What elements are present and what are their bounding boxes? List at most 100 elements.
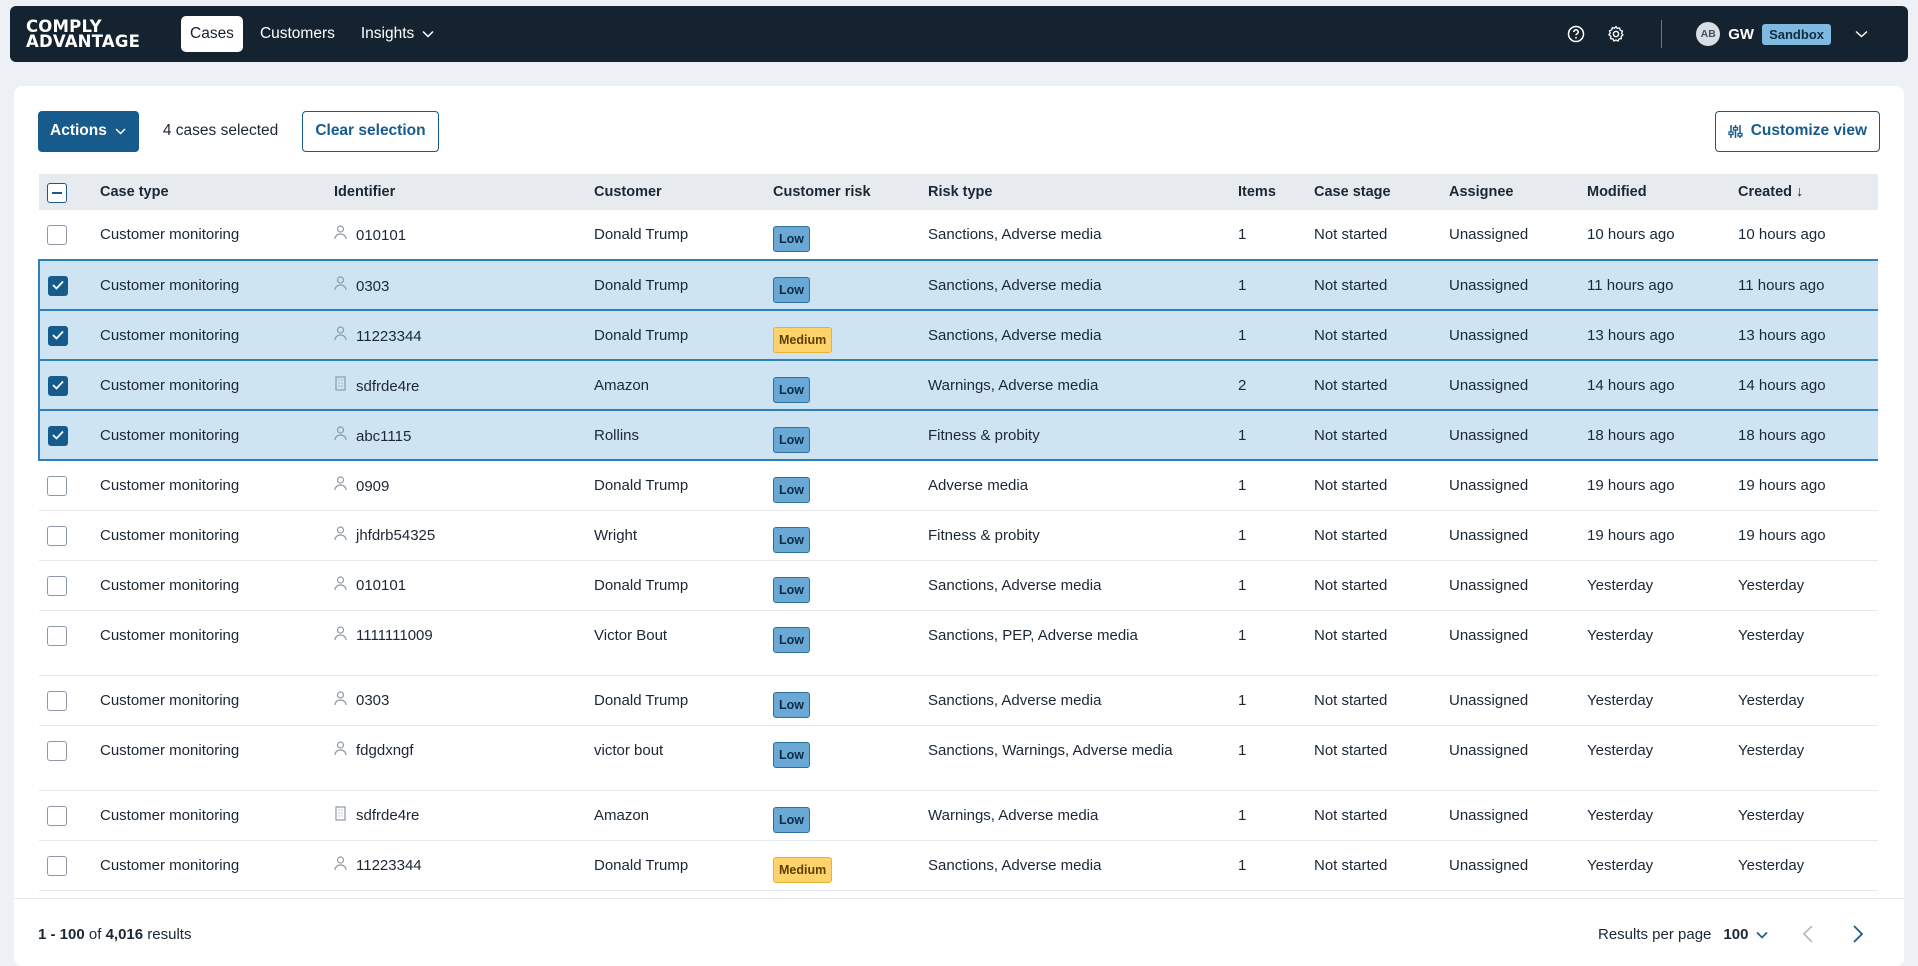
table-row[interactable]: Customer monitoring abc1115 Rollins Low Fitn… (38, 409, 1878, 461)
assignee-cell: Unassigned (1449, 526, 1529, 544)
table-row[interactable]: Customer monitoring jhfdrb54325 Wright Low F… (39, 510, 1878, 560)
modified-cell: 10 hours ago (1587, 226, 1675, 243)
table-row[interactable]: Customer monitoring sdfrde4re Amazon Low War… (38, 359, 1878, 410)
avatar[interactable]: AB (1696, 22, 1721, 46)
table-row[interactable]: Customer monitoring 010101 Donald Trump Low… (39, 560, 1878, 610)
nav-item-insights[interactable]: Insights (352, 16, 443, 52)
risk-type-cell: Warnings, Adverse media (928, 806, 1099, 824)
actions-button[interactable]: Actions (38, 110, 139, 152)
table-row[interactable]: Customer monitoring 0303 Donald Trump Low Sa… (38, 259, 1878, 310)
table-row[interactable]: Customer monitoring 0303 Donald Trump Low Sa… (39, 675, 1878, 725)
table-header-row: Case type Identifier Customer Customer r… (39, 174, 1878, 210)
chevron-down-icon[interactable] (1855, 30, 1868, 38)
table-row[interactable]: Customer monitoring 11223344 Donald Trump M… (38, 309, 1878, 360)
column-header-risk-type[interactable]: Risk type (928, 174, 1238, 210)
table-row[interactable]: Customer monitoring sdfrde4re Amazon Low War… (39, 790, 1878, 840)
clear-selection-button[interactable]: Clear selection (302, 110, 439, 152)
row-checkbox[interactable] (48, 276, 68, 296)
row-checkbox[interactable] (47, 525, 67, 546)
risk-type-cell: Sanctions, Adverse media (928, 856, 1102, 874)
results-per-page-select[interactable]: Results per page 100 (1598, 926, 1769, 943)
customer-cell: Donald Trump (594, 259, 773, 310)
case-type-cell: Customer monitoring (100, 409, 334, 461)
row-checkbox[interactable] (47, 225, 67, 245)
help-button[interactable] (1561, 19, 1591, 49)
row-checkbox[interactable] (47, 805, 67, 826)
assignee-cell: Unassigned (1449, 691, 1529, 709)
nav-item-cases[interactable]: Cases (181, 16, 243, 52)
case-type-cell: Customer monitoring (100, 226, 240, 243)
settings-button[interactable] (1601, 19, 1631, 49)
row-checkbox[interactable] (47, 855, 67, 876)
created-cell: 19 hours ago (1738, 477, 1826, 494)
customer-risk-cell: Low (773, 560, 928, 610)
assignee-cell: Unassigned (1449, 477, 1529, 494)
customize-view-button[interactable]: Customize view (1714, 110, 1880, 152)
identifier-cell: 0909 (334, 460, 594, 510)
sliders-icon (1728, 124, 1743, 138)
column-header-items[interactable]: Items (1238, 174, 1314, 210)
items-cell: 1 (1238, 477, 1247, 494)
next-page-icon[interactable] (1849, 924, 1865, 944)
row-checkbox[interactable] (48, 376, 68, 396)
column-header-identifier[interactable]: Identifier (334, 174, 594, 210)
previous-page-icon[interactable] (1801, 924, 1817, 944)
assignee-cell: Unassigned (1449, 226, 1529, 243)
column-header-assignee[interactable]: Assignee (1449, 174, 1587, 210)
user-initials: GW (1728, 25, 1755, 43)
row-select-cell (38, 359, 100, 410)
table-row[interactable]: Customer monitoring 010101 Donald Trump Low… (39, 210, 1878, 260)
risk-type-cell: Adverse media (928, 477, 1029, 494)
column-header-case-type[interactable]: Case type (100, 174, 334, 210)
risk-type-cell: Fitness & probity (928, 409, 1238, 461)
risk-badge: Low (773, 806, 810, 833)
risk-badge: Low (773, 226, 810, 252)
customer-cell: victor bout (594, 741, 664, 759)
customer-cell: Amazon (594, 359, 773, 410)
created-cell: 14 hours ago (1738, 359, 1878, 410)
customer-cell: Donald Trump (594, 477, 689, 494)
risk-badge: Low (773, 526, 810, 553)
customer-risk-cell: Low (773, 259, 928, 310)
risk-type-cell: Fitness & probity (928, 526, 1040, 544)
table-row[interactable]: Customer monitoring fdgdxngf victor bout Lo… (39, 725, 1878, 790)
case-type-cell: Customer monitoring (100, 259, 334, 310)
case-stage-cell: Not started (1314, 477, 1388, 494)
modified-cell: Yesterday (1587, 626, 1654, 644)
help-icon (1568, 25, 1585, 43)
row-checkbox[interactable] (48, 326, 68, 346)
nav-item-customers[interactable]: Customers (251, 16, 344, 52)
risk-badge: Low (773, 741, 810, 768)
cases-panel: Actions 4 cases selected Clear selection… (14, 86, 1904, 966)
row-checkbox[interactable] (47, 625, 67, 646)
risk-type-cell: Sanctions, Adverse media (928, 259, 1238, 310)
column-header-case-stage[interactable]: Case stage (1314, 174, 1449, 210)
modified-cell: Yesterday (1587, 856, 1654, 874)
cases-table: Case type Identifier Customer Customer r… (38, 174, 1878, 891)
person-icon (334, 225, 347, 246)
building-icon (334, 805, 347, 827)
column-header-customer-risk[interactable]: Customer risk (773, 174, 928, 210)
row-checkbox[interactable] (47, 690, 67, 711)
person-icon (334, 426, 347, 447)
table-row[interactable]: Customer monitoring 11223344 Donald Trump M… (39, 840, 1878, 890)
column-header-customer[interactable]: Customer (594, 174, 773, 210)
row-checkbox[interactable] (47, 476, 67, 496)
case-type-cell: Customer monitoring (100, 309, 334, 360)
row-checkbox[interactable] (47, 575, 67, 596)
created-cell: Yesterday (1738, 806, 1805, 824)
person-icon (334, 855, 347, 877)
modified-cell: 13 hours ago (1587, 309, 1738, 360)
row-checkbox[interactable] (48, 426, 68, 446)
identifier-cell: 010101 (334, 210, 594, 260)
customer-cell: Donald Trump (594, 691, 689, 709)
column-header-created[interactable]: Created ↓ (1738, 174, 1878, 210)
row-checkbox[interactable] (47, 740, 67, 761)
app-logo[interactable]: COMPLY ADVANTAGE (26, 18, 148, 50)
table-row[interactable]: Customer monitoring 0909 Donald Trump Low Ad… (39, 460, 1878, 510)
select-all-checkbox[interactable] (47, 183, 67, 203)
column-header-modified[interactable]: Modified (1587, 174, 1738, 210)
items-cell: 1 (1238, 856, 1247, 874)
case-stage-cell: Not started (1314, 226, 1388, 243)
table-row[interactable]: Customer monitoring 1111111009 Victor Bout… (39, 610, 1878, 675)
